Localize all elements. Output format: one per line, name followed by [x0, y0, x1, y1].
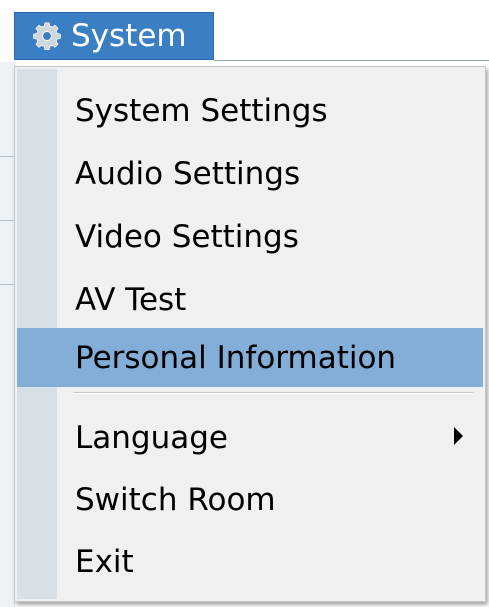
app-stage: System System Settings Audio Settings Vi… — [0, 0, 489, 607]
system-menu-button[interactable]: System — [14, 12, 214, 60]
menu-item-audio-settings[interactable]: Audio Settings — [17, 144, 483, 203]
system-menu-label: System — [71, 18, 187, 54]
submenu-arrow-icon — [454, 427, 463, 445]
menu-item-av-test[interactable]: AV Test — [17, 270, 483, 329]
menu-item-system-settings[interactable]: System Settings — [17, 81, 483, 140]
menu-item-language[interactable]: Language — [17, 408, 483, 467]
gear-icon — [31, 20, 63, 52]
menu-separator-highlight — [73, 393, 473, 394]
menu-item-label: System Settings — [75, 92, 328, 129]
menu-item-label: Language — [75, 419, 228, 456]
menu-item-label: Exit — [75, 543, 134, 580]
background-divider — [0, 220, 14, 221]
menu-item-exit[interactable]: Exit — [17, 532, 483, 591]
menu-item-switch-room[interactable]: Switch Room — [17, 470, 483, 529]
menu-item-label: Switch Room — [75, 481, 276, 518]
menu-item-label: Audio Settings — [75, 155, 301, 192]
background-divider — [0, 156, 14, 157]
menu-item-personal-information[interactable]: Personal Information — [17, 328, 483, 387]
menubar: System — [0, 0, 489, 62]
background-divider — [0, 284, 14, 285]
menu-item-label: Video Settings — [75, 218, 299, 255]
menu-item-label: AV Test — [75, 281, 187, 318]
menu-item-label: Personal Information — [75, 339, 397, 376]
menubar-divider — [214, 60, 489, 61]
background-window-edge — [0, 60, 15, 607]
system-dropdown-menu: System Settings Audio Settings Video Set… — [14, 66, 486, 602]
menu-item-video-settings[interactable]: Video Settings — [17, 207, 483, 266]
